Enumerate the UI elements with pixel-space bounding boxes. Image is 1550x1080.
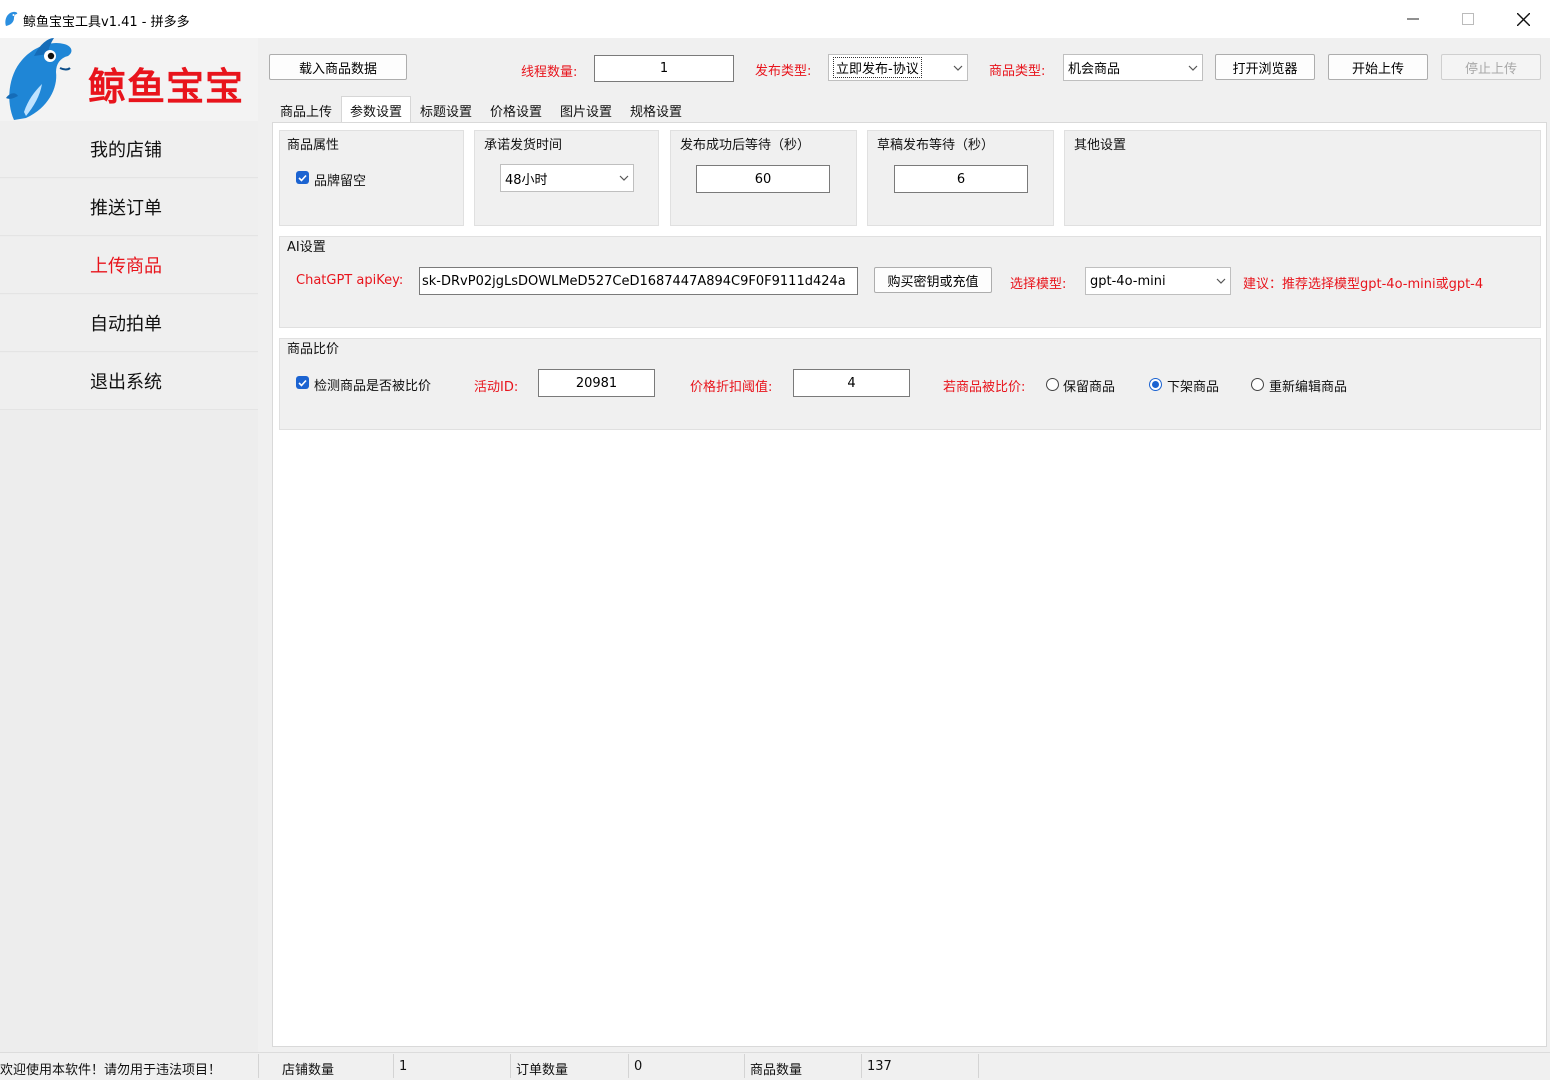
- sidebar-item-my-shop[interactable]: 我的店铺: [0, 121, 258, 178]
- sidebar-item-label: 退出系统: [90, 372, 162, 393]
- status-divider: [861, 1054, 862, 1078]
- tab-spec-settings[interactable]: 规格设置: [622, 98, 690, 122]
- tab-price-settings[interactable]: 价格设置: [482, 98, 550, 122]
- order-count-label: 订单数量: [516, 1063, 569, 1078]
- shop-count-label: 店铺数量: [282, 1063, 335, 1078]
- sidebar-item-label: 推送订单: [90, 198, 162, 219]
- maximize-icon: [1462, 13, 1474, 25]
- stop-upload-button[interactable]: 停止上传: [1441, 54, 1541, 80]
- group-title: 商品比价: [287, 342, 340, 357]
- radio-re-edit-label: 重新编辑商品: [1269, 380, 1348, 395]
- group-title: AI设置: [287, 240, 326, 255]
- tab-title-settings[interactable]: 标题设置: [412, 98, 480, 122]
- status-divider: [258, 1054, 259, 1078]
- status-divider: [510, 1054, 511, 1078]
- sidebar-item-push-orders[interactable]: 推送订单: [0, 179, 258, 236]
- other-settings-group: [1064, 130, 1541, 226]
- model-label: 选择模型:: [1010, 277, 1067, 292]
- checkmark-icon: [298, 174, 307, 182]
- minimize-icon: [1407, 18, 1419, 20]
- publish-type-label: 发布类型:: [755, 64, 812, 79]
- chevron-down-icon: [1188, 65, 1198, 71]
- buy-key-button[interactable]: 购买密钥或充值: [874, 267, 992, 293]
- status-divider: [744, 1054, 745, 1078]
- status-divider: [393, 1054, 394, 1078]
- sidebar-item-exit[interactable]: 退出系统: [0, 353, 258, 410]
- publish-wait-input[interactable]: 60: [696, 165, 830, 193]
- ship-time-select[interactable]: 48小时: [500, 164, 634, 192]
- minimize-button[interactable]: [1390, 0, 1436, 38]
- open-browser-button[interactable]: 打开浏览器: [1215, 54, 1315, 80]
- model-suggestion: 建议：推荐选择模型gpt-4o-mini或gpt-4: [1243, 277, 1484, 292]
- product-type-value: 机会商品: [1068, 62, 1121, 77]
- status-divider: [978, 1054, 979, 1078]
- maximize-button[interactable]: [1445, 0, 1491, 38]
- model-select[interactable]: gpt-4o-mini: [1085, 267, 1231, 295]
- welcome-message: 欢迎使用本软件！请勿用于违法项目！: [0, 1063, 222, 1078]
- product-count-value: 137: [867, 1059, 892, 1074]
- activity-id-input[interactable]: 20981: [538, 369, 655, 397]
- group-title: 草稿发布等待（秒）: [877, 138, 995, 153]
- close-icon: [1516, 12, 1530, 26]
- threshold-input[interactable]: 4: [793, 369, 910, 397]
- sidebar-item-upload-products[interactable]: 上传商品: [0, 237, 258, 294]
- threshold-label: 价格折扣阈值:: [690, 380, 773, 395]
- tab-product-upload[interactable]: 商品上传: [272, 98, 340, 122]
- status-divider: [628, 1054, 629, 1078]
- chevron-down-icon: [619, 175, 629, 181]
- dolphin-logo-icon: [4, 36, 76, 122]
- sidebar-item-label: 上传商品: [90, 256, 162, 277]
- sidebar-item-label: 我的店铺: [90, 140, 162, 161]
- radio-delist-label: 下架商品: [1167, 380, 1220, 395]
- model-value: gpt-4o-mini: [1090, 273, 1166, 289]
- dolphin-app-icon: [3, 10, 19, 28]
- chevron-down-icon: [1216, 278, 1226, 284]
- activity-id-label: 活动ID:: [474, 380, 519, 395]
- group-title: 发布成功后等待（秒）: [680, 138, 811, 153]
- tab-image-settings[interactable]: 图片设置: [552, 98, 620, 122]
- detect-compare-label: 检测商品是否被比价: [314, 379, 432, 394]
- sidebar-item-auto-order[interactable]: 自动拍单: [0, 295, 258, 352]
- radio-keep-product[interactable]: [1046, 378, 1059, 391]
- title-bar: [0, 0, 1550, 38]
- apikey-label: ChatGPT apiKey:: [296, 273, 404, 288]
- start-upload-button[interactable]: 开始上传: [1328, 54, 1428, 80]
- shop-count-value: 1: [399, 1059, 408, 1074]
- close-button[interactable]: [1500, 0, 1546, 38]
- draft-wait-input[interactable]: 6: [894, 165, 1028, 193]
- group-title: 承诺发货时间: [484, 138, 563, 153]
- radio-delist-product[interactable]: [1149, 378, 1162, 391]
- publish-type-value: 立即发布-协议: [833, 57, 922, 78]
- thread-count-label: 线程数量:: [521, 65, 578, 80]
- publish-type-select[interactable]: 立即发布-协议: [828, 54, 968, 81]
- tab-param-settings[interactable]: 参数设置: [341, 96, 411, 123]
- group-title: 商品属性: [287, 138, 340, 153]
- product-type-select[interactable]: 机会商品: [1063, 54, 1203, 81]
- ship-time-value: 48小时: [505, 172, 548, 188]
- brand-empty-label: 品牌留空: [314, 174, 367, 189]
- detect-compare-checkbox[interactable]: [296, 376, 309, 389]
- sidebar-item-label: 自动拍单: [90, 314, 162, 335]
- chevron-down-icon: [953, 65, 963, 71]
- load-products-button[interactable]: 载入商品数据: [269, 54, 407, 80]
- product-count-label: 商品数量: [750, 1063, 803, 1078]
- radio-keep-label: 保留商品: [1063, 380, 1116, 395]
- apikey-input[interactable]: sk-DRvP02jgLsDOWLMeD527CeD1687447A894C9F…: [419, 267, 858, 295]
- group-title: 其他设置: [1074, 138, 1127, 153]
- window-title: 鲸鱼宝宝工具v1.41 - 拼多多: [23, 15, 190, 30]
- price-compare-group: [279, 338, 1541, 430]
- checkmark-icon: [298, 379, 307, 387]
- radio-re-edit-product[interactable]: [1251, 378, 1264, 391]
- order-count-value: 0: [634, 1059, 643, 1074]
- product-type-label: 商品类型:: [989, 64, 1046, 79]
- brand-empty-checkbox[interactable]: [296, 171, 309, 184]
- if-compared-label: 若商品被比价:: [943, 380, 1026, 395]
- thread-count-input[interactable]: 1: [594, 55, 734, 82]
- logo-text: 鲸鱼宝宝: [88, 65, 245, 109]
